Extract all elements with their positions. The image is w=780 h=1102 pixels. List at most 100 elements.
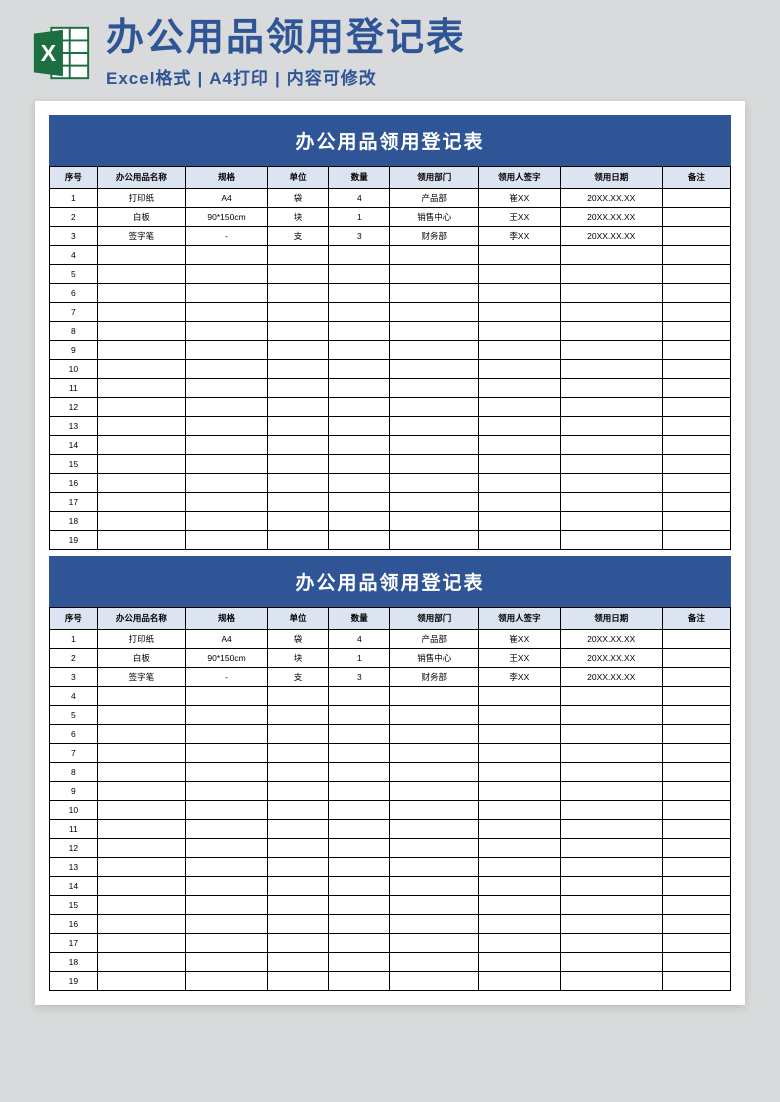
table-row: 15 — [50, 895, 731, 914]
cell-unit — [267, 952, 328, 971]
cell-qty — [329, 686, 390, 705]
table-row: 8 — [50, 321, 731, 340]
table-row: 13 — [50, 416, 731, 435]
cell-dept — [390, 686, 479, 705]
cell-note — [662, 857, 730, 876]
cell-spec — [186, 340, 268, 359]
top-banner: X 办公用品领用登记表 Excel格式|A4打印|内容可修改 — [0, 0, 780, 101]
cell-unit: 袋 — [267, 188, 328, 207]
cell-qty — [329, 781, 390, 800]
table-header-row: 序号办公用品名称规格单位数量领用部门领用人签字领用日期备注 — [50, 166, 731, 188]
cell-spec — [186, 838, 268, 857]
cell-dept — [390, 800, 479, 819]
cell-unit: 袋 — [267, 629, 328, 648]
cell-sig: 王XX — [478, 207, 560, 226]
cell-date: 20XX.XX.XX — [560, 667, 662, 686]
cell-sig — [478, 914, 560, 933]
col-header-3: 单位 — [267, 607, 328, 629]
cell-sig — [478, 781, 560, 800]
cell-qty — [329, 914, 390, 933]
cell-spec — [186, 397, 268, 416]
col-header-5: 领用部门 — [390, 607, 479, 629]
cell-dept — [390, 435, 479, 454]
cell-seq: 15 — [50, 454, 98, 473]
cell-spec — [186, 933, 268, 952]
cell-seq: 2 — [50, 648, 98, 667]
table-row: 4 — [50, 686, 731, 705]
table-row: 16 — [50, 914, 731, 933]
table-row: 13 — [50, 857, 731, 876]
cell-seq: 4 — [50, 245, 98, 264]
cell-name — [97, 473, 186, 492]
cell-seq: 10 — [50, 359, 98, 378]
cell-qty — [329, 838, 390, 857]
cell-seq: 16 — [50, 473, 98, 492]
block-title: 办公用品领用登记表 — [49, 556, 731, 607]
cell-qty — [329, 283, 390, 302]
cell-name — [97, 857, 186, 876]
table-row: 19 — [50, 530, 731, 549]
cell-seq: 14 — [50, 876, 98, 895]
cell-spec: A4 — [186, 629, 268, 648]
cell-dept — [390, 895, 479, 914]
cell-note — [662, 971, 730, 990]
cell-unit — [267, 245, 328, 264]
cell-spec — [186, 511, 268, 530]
cell-name — [97, 743, 186, 762]
cell-qty — [329, 264, 390, 283]
cell-date: 20XX.XX.XX — [560, 207, 662, 226]
table-row: 11 — [50, 378, 731, 397]
cell-dept — [390, 454, 479, 473]
cell-date — [560, 530, 662, 549]
cell-dept — [390, 743, 479, 762]
cell-note — [662, 800, 730, 819]
cell-date: 20XX.XX.XX — [560, 226, 662, 245]
cell-note — [662, 705, 730, 724]
cell-date — [560, 971, 662, 990]
cell-seq: 19 — [50, 971, 98, 990]
cell-note — [662, 207, 730, 226]
cell-date — [560, 511, 662, 530]
cell-unit — [267, 819, 328, 838]
table-row: 5 — [50, 264, 731, 283]
cell-name — [97, 435, 186, 454]
cell-unit — [267, 914, 328, 933]
table-row: 8 — [50, 762, 731, 781]
cell-unit: 块 — [267, 207, 328, 226]
cell-unit — [267, 511, 328, 530]
cell-date — [560, 724, 662, 743]
cell-spec — [186, 857, 268, 876]
cell-name — [97, 511, 186, 530]
cell-qty: 3 — [329, 226, 390, 245]
cell-seq: 3 — [50, 226, 98, 245]
cell-name — [97, 781, 186, 800]
cell-sig — [478, 492, 560, 511]
cell-seq: 5 — [50, 705, 98, 724]
cell-unit: 支 — [267, 226, 328, 245]
cell-qty — [329, 857, 390, 876]
cell-name — [97, 264, 186, 283]
cell-name — [97, 378, 186, 397]
cell-dept — [390, 283, 479, 302]
cell-dept — [390, 321, 479, 340]
cell-unit — [267, 762, 328, 781]
cell-spec — [186, 876, 268, 895]
cell-unit — [267, 933, 328, 952]
cell-unit — [267, 686, 328, 705]
cell-spec — [186, 302, 268, 321]
cell-dept — [390, 857, 479, 876]
cell-qty — [329, 302, 390, 321]
cell-note — [662, 743, 730, 762]
cell-qty — [329, 321, 390, 340]
cell-sig — [478, 933, 560, 952]
cell-dept — [390, 914, 479, 933]
cell-sig — [478, 743, 560, 762]
cell-sig: 李XX — [478, 226, 560, 245]
cell-seq: 12 — [50, 397, 98, 416]
cell-dept — [390, 781, 479, 800]
cell-spec — [186, 971, 268, 990]
cell-name — [97, 724, 186, 743]
cell-sig — [478, 340, 560, 359]
table-row: 18 — [50, 511, 731, 530]
cell-name — [97, 454, 186, 473]
